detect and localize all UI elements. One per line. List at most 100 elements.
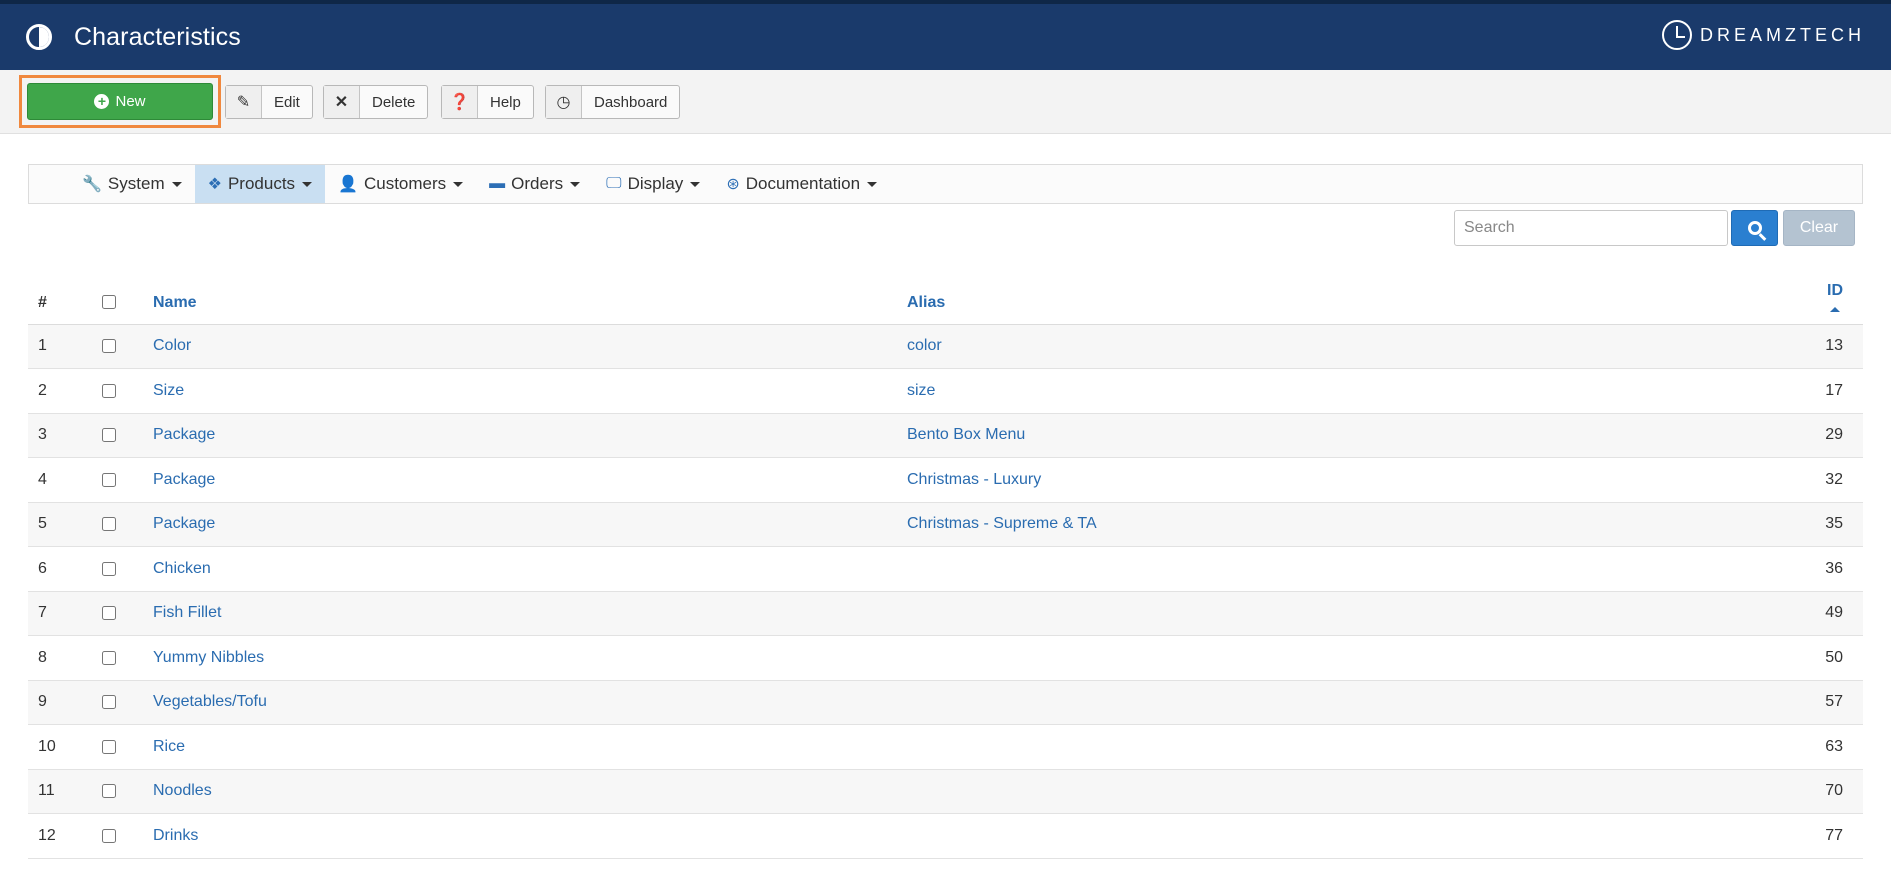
row-name-link[interactable]: Package [143, 457, 897, 503]
search-input[interactable] [1454, 210, 1728, 246]
edit-button[interactable]: ✎ Edit [225, 85, 313, 119]
search-button[interactable] [1731, 210, 1778, 246]
row-checkbox[interactable] [102, 339, 116, 354]
row-id: 57 [1683, 680, 1863, 725]
row-checkbox[interactable] [102, 561, 116, 576]
row-alias-link[interactable] [897, 813, 1684, 859]
row-alias-link[interactable]: size [897, 368, 1684, 414]
column-header-id[interactable]: ID [1683, 262, 1863, 325]
nav-products[interactable]: ❖ Products [194, 165, 326, 203]
row-alias-link[interactable]: color [897, 324, 1684, 369]
row-checkbox[interactable] [102, 739, 116, 754]
row-checkbox[interactable] [102, 828, 116, 843]
cubes-icon: ❖ [207, 176, 222, 193]
new-button-label: New [115, 93, 146, 110]
select-all-checkbox[interactable] [102, 295, 116, 310]
row-id: 77 [1683, 813, 1863, 859]
column-header-alias[interactable]: Alias [897, 262, 1684, 325]
toolbar: + New ✎ Edit ✕ Delete ❓ Help ◷ Dashboard [0, 70, 1891, 134]
row-name-link[interactable]: Vegetables/Tofu [143, 680, 897, 725]
caret-down-icon [171, 181, 182, 187]
nav-orders-label: Orders [511, 174, 564, 193]
row-checkbox[interactable] [102, 695, 116, 710]
search-icon [1747, 221, 1762, 235]
column-header-name[interactable]: Name [143, 262, 897, 325]
table-row: 8 Yummy Nibbles 50 [28, 635, 1863, 681]
row-alias-link[interactable] [897, 680, 1684, 725]
row-number: 9 [28, 680, 88, 725]
caret-down-icon [570, 181, 581, 187]
nav-documentation-label: Documentation [745, 174, 861, 193]
app-header: Characteristics DREAMZTECH [0, 4, 1891, 70]
row-checkbox[interactable] [102, 650, 116, 665]
row-name-link[interactable]: Chicken [143, 546, 897, 592]
row-name-link[interactable]: Size [143, 368, 897, 414]
row-name-link[interactable]: Fish Fillet [143, 591, 897, 636]
row-checkbox[interactable] [102, 428, 116, 443]
caret-down-icon [453, 181, 464, 187]
row-number: 8 [28, 635, 88, 681]
row-id: 36 [1683, 546, 1863, 592]
table-row: 10 Rice 63 [28, 724, 1863, 770]
wrench-icon: 🔧 [82, 176, 102, 193]
row-checkbox[interactable] [102, 606, 116, 621]
row-checkbox-cell [88, 502, 143, 547]
row-name-link[interactable]: Rice [143, 724, 897, 770]
row-id: 70 [1683, 769, 1863, 814]
nav-documentation[interactable]: ⊛ Documentation [713, 165, 890, 203]
caret-down-icon [690, 181, 701, 187]
row-alias-link[interactable]: Bento Box Menu [897, 413, 1684, 458]
row-name-link[interactable]: Package [143, 502, 897, 547]
row-checkbox-cell [88, 591, 143, 636]
row-name-link[interactable]: Drinks [143, 813, 897, 859]
table-row: 12 Drinks 77 [28, 813, 1863, 859]
row-name-link[interactable]: Color [143, 324, 897, 369]
column-header-checkbox [88, 262, 143, 325]
search-bar: Clear [28, 204, 1863, 254]
plus-circle-icon: + [94, 94, 110, 109]
row-checkbox[interactable] [102, 383, 116, 398]
table-row: 1 Color color 13 [28, 324, 1863, 369]
clear-button[interactable]: Clear [1783, 210, 1855, 246]
help-button[interactable]: ❓ Help [441, 85, 534, 119]
nav-orders[interactable]: ▬ Orders [476, 165, 593, 203]
row-checkbox[interactable] [102, 472, 116, 487]
row-name-link[interactable]: Package [143, 413, 897, 458]
row-alias-link[interactable] [897, 635, 1684, 681]
monitor-icon: 🖵 [606, 175, 622, 192]
table-row: 9 Vegetables/Tofu 57 [28, 680, 1863, 725]
row-checkbox-cell [88, 635, 143, 681]
row-checkbox-cell [88, 413, 143, 458]
edit-icon: ✎ [226, 86, 262, 118]
row-name-link[interactable]: Yummy Nibbles [143, 635, 897, 681]
dashboard-icon: ◷ [546, 86, 582, 118]
delete-button[interactable]: ✕ Delete [323, 85, 429, 119]
row-name-link[interactable]: Noodles [143, 769, 897, 814]
row-id: 50 [1683, 635, 1863, 681]
user-icon: 👤 [338, 176, 358, 193]
dashboard-button[interactable]: ◷ Dashboard [545, 85, 681, 119]
row-alias-link[interactable]: Christmas - Luxury [897, 457, 1684, 503]
row-alias-link[interactable] [897, 591, 1684, 636]
row-checkbox[interactable] [102, 784, 116, 799]
row-number: 4 [28, 457, 88, 503]
row-number: 11 [28, 769, 88, 814]
nav-system[interactable]: 🔧 System [69, 165, 195, 203]
row-alias-link[interactable] [897, 724, 1684, 770]
row-alias-link[interactable] [897, 546, 1684, 592]
nav-customers[interactable]: 👤 Customers [325, 165, 476, 203]
row-id: 13 [1683, 324, 1863, 369]
brand-logo: DREAMZTECH [1662, 20, 1865, 50]
row-checkbox-cell [88, 813, 143, 859]
row-alias-link[interactable] [897, 769, 1684, 814]
nav-display[interactable]: 🖵 Display [593, 165, 713, 203]
table-row: 7 Fish Fillet 49 [28, 591, 1863, 636]
row-number: 3 [28, 413, 88, 458]
nav-display-label: Display [627, 174, 684, 193]
column-header-number: # [28, 262, 88, 325]
brand-name: DREAMZTECH [1700, 24, 1865, 45]
row-checkbox[interactable] [102, 517, 116, 532]
row-alias-link[interactable]: Christmas - Supreme & TA [897, 502, 1684, 547]
new-button[interactable]: + New [27, 83, 213, 120]
caret-down-icon [302, 181, 313, 187]
